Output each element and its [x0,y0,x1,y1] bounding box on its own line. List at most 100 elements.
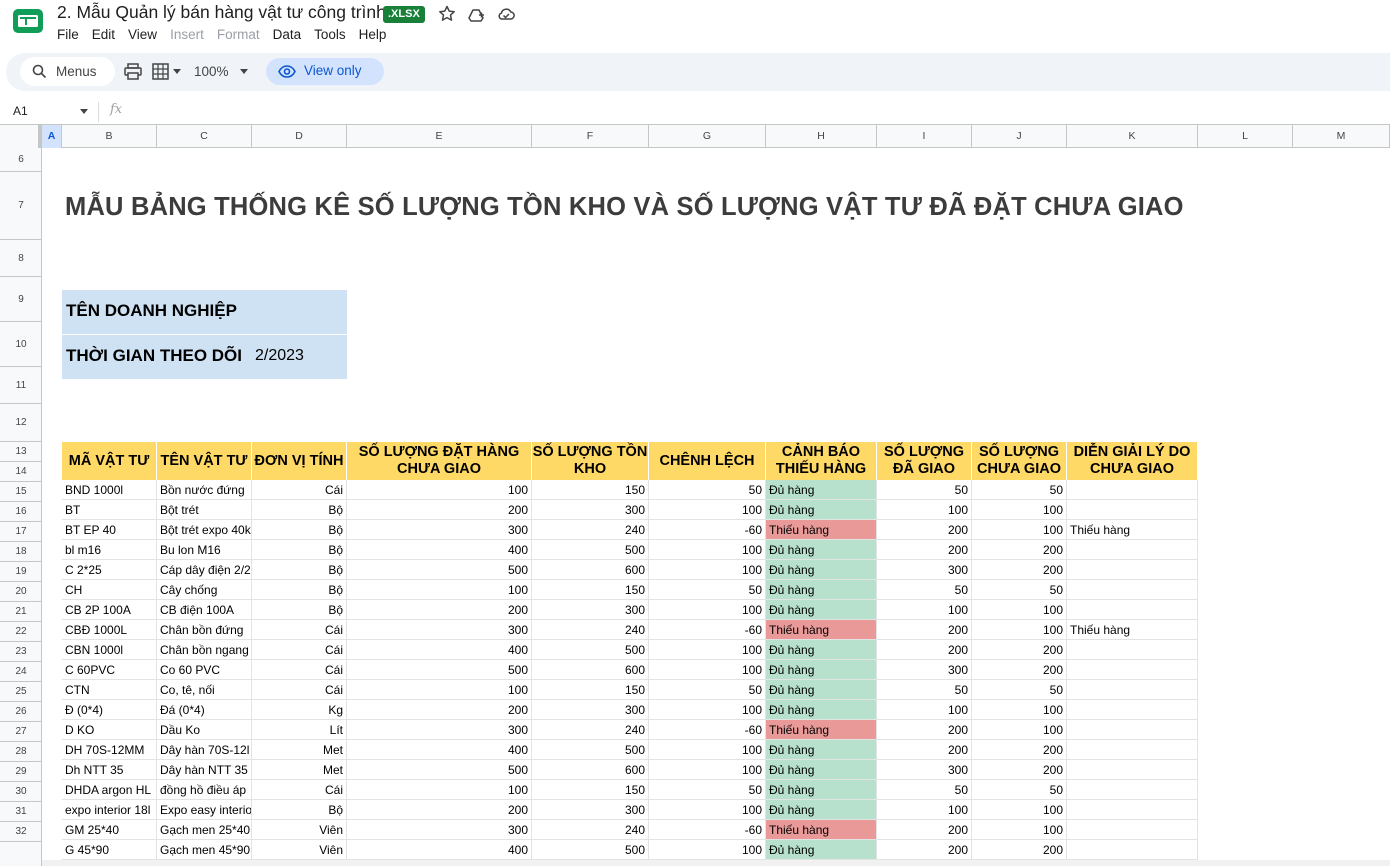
cell-code[interactable]: CB 2P 100A [62,600,157,620]
cell-code[interactable]: DHDA argon HL [62,780,157,800]
cell-pending[interactable]: 100 [972,700,1067,720]
cell-name[interactable]: Dây hàn 70S-12l [157,740,252,760]
cell-code[interactable]: D KO [62,720,157,740]
cell-unit[interactable]: Cái [252,660,347,680]
cell-reason[interactable] [1067,820,1198,840]
search-menus-button[interactable]: Menus [20,57,115,86]
cell-stock[interactable]: 150 [532,580,649,600]
cell-diff[interactable]: 50 [649,680,766,700]
cell-delivered[interactable]: 200 [877,520,972,540]
cell-diff[interactable]: -60 [649,820,766,840]
cell-pending[interactable]: 200 [972,840,1067,860]
row-header-16[interactable]: 16 [0,502,42,522]
cell-name[interactable]: Cây chống [157,580,252,600]
row-header-9[interactable]: 9 [0,277,42,322]
chevron-down-icon[interactable] [173,69,181,74]
cell-ordered[interactable]: 100 [347,480,532,500]
cell-name[interactable]: Gạch men 25*40 [157,820,252,840]
cell-ordered[interactable]: 400 [347,740,532,760]
cell-delivered[interactable]: 100 [877,800,972,820]
column-header-m[interactable]: M [1293,125,1390,148]
cell-ordered[interactable]: 100 [347,580,532,600]
cell-code[interactable]: C 60PVC [62,660,157,680]
cell-pending[interactable]: 200 [972,660,1067,680]
company-label[interactable]: TÊN DOANH NGHIỆP [66,301,237,321]
cell-name[interactable]: Bồn nước đứng [157,480,252,500]
cell-delivered[interactable]: 200 [877,620,972,640]
cell-delivered[interactable]: 200 [877,840,972,860]
cell-ordered[interactable]: 300 [347,620,532,640]
cell-alert[interactable]: Đủ hàng [766,700,877,720]
cell-stock[interactable]: 300 [532,800,649,820]
cell-pending[interactable]: 100 [972,520,1067,540]
cell-name[interactable]: Cáp dây điện 2/2 [157,560,252,580]
cell-diff[interactable]: -60 [649,520,766,540]
cell-stock[interactable]: 600 [532,660,649,680]
row-header-24[interactable]: 24 [0,662,42,682]
cell-delivered[interactable]: 100 [877,600,972,620]
row-header-10[interactable]: 10 [0,322,42,367]
column-header-f[interactable]: F [532,125,649,148]
cell-code[interactable]: BT EP 40 [62,520,157,540]
cell-ordered[interactable]: 200 [347,500,532,520]
cell-pending[interactable]: 50 [972,480,1067,500]
cell-code[interactable]: bl m16 [62,540,157,560]
cell-code[interactable]: CBN 1000l [62,640,157,660]
cell-unit[interactable]: Met [252,740,347,760]
row-header-28[interactable]: 28 [0,742,42,762]
cell-code[interactable]: BT [62,500,157,520]
zoom-select[interactable]: 100% [194,64,229,79]
cell-pending[interactable]: 100 [972,820,1067,840]
row-header-11[interactable]: 11 [0,367,42,404]
cell-name[interactable]: Bột trét expo 40k [157,520,252,540]
cell-pending[interactable]: 100 [972,500,1067,520]
row-header-31[interactable]: 31 [0,802,42,822]
cell-diff[interactable]: -60 [649,620,766,640]
row-header-15[interactable]: 15 [0,482,42,502]
row-header-13[interactable]: 13 [0,442,42,462]
row-header-19[interactable]: 19 [0,562,42,582]
cell-diff[interactable]: 50 [649,580,766,600]
cell-name[interactable]: Bột trét [157,500,252,520]
table-header-4[interactable]: SỐ LƯỢNG ĐẶT HÀNG CHƯA GIAO [347,442,532,480]
cell-alert[interactable]: Đủ hàng [766,500,877,520]
cell-reason[interactable] [1067,760,1198,780]
cell-pending[interactable]: 100 [972,600,1067,620]
menu-data[interactable]: Data [273,27,302,45]
cell-unit[interactable]: Viên [252,820,347,840]
cell-name[interactable]: Đá (0*4) [157,700,252,720]
cell-delivered[interactable]: 200 [877,540,972,560]
cell-stock[interactable]: 240 [532,820,649,840]
cell-stock[interactable]: 240 [532,620,649,640]
cell-pending[interactable]: 200 [972,760,1067,780]
cell-reason[interactable] [1067,840,1198,860]
cell-alert[interactable]: Đủ hàng [766,640,877,660]
cell-code[interactable]: C 2*25 [62,560,157,580]
cell-unit[interactable]: Viên [252,840,347,860]
cell-alert[interactable]: Thiếu hàng [766,820,877,840]
cell-alert[interactable]: Thiếu hàng [766,720,877,740]
cell-delivered[interactable]: 200 [877,820,972,840]
zoom-chevron-down-icon[interactable] [240,69,248,74]
cell-reason[interactable] [1067,680,1198,700]
cell-reason[interactable] [1067,640,1198,660]
cell-ordered[interactable]: 500 [347,660,532,680]
cell-ordered[interactable]: 100 [347,680,532,700]
cell-reason[interactable] [1067,780,1198,800]
cell-code[interactable]: GM 25*40 [62,820,157,840]
cell-diff[interactable]: 100 [649,640,766,660]
column-header-g[interactable]: G [649,125,766,148]
format-table-icon[interactable] [152,63,170,80]
cell-alert[interactable]: Đủ hàng [766,740,877,760]
table-header-7[interactable]: CẢNH BÁO THIẾU HÀNG [766,442,877,480]
cell-delivered[interactable]: 300 [877,660,972,680]
cell-name[interactable]: đồng hồ điều áp [157,780,252,800]
cell-alert[interactable]: Đủ hàng [766,840,877,860]
cell-name[interactable]: Dầu Ko [157,720,252,740]
cell-unit[interactable]: Kg [252,700,347,720]
cell-diff[interactable]: 50 [649,480,766,500]
cell-delivered[interactable]: 300 [877,560,972,580]
cell-reason[interactable]: Thiếu hàng [1067,520,1198,540]
cell-stock[interactable]: 500 [532,740,649,760]
cell-stock[interactable]: 240 [532,520,649,540]
